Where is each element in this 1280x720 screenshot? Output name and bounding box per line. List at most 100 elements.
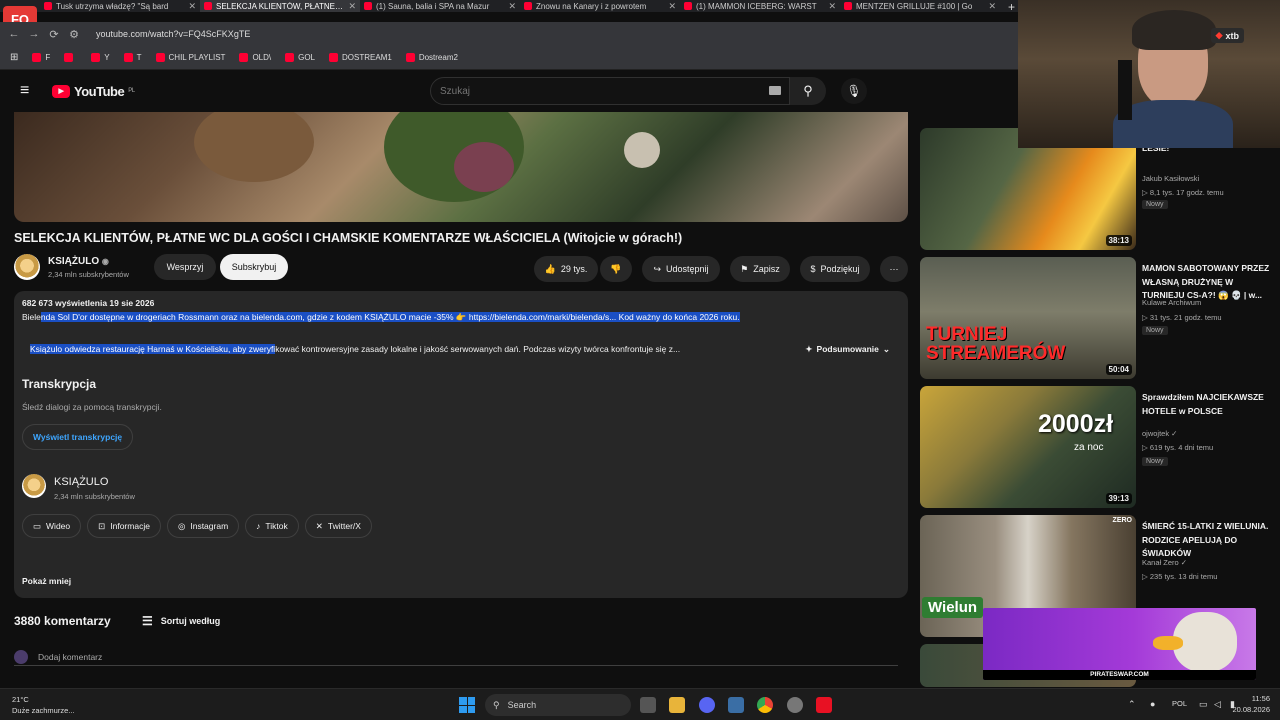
video-title[interactable]: MAMON SABOTOWANY PRZEZ WŁASNĄ DRUŻYNĘ W …: [1142, 262, 1270, 303]
video-title[interactable]: ŚMIERĆ 15-LATKI Z WIELUNIA. RODZICE APEL…: [1142, 520, 1270, 561]
channel-card-name[interactable]: KSIĄŻULO: [54, 476, 108, 488]
channel-name[interactable]: KSIĄŻULO ◉: [48, 256, 109, 267]
file-explorer-icon[interactable]: [669, 697, 685, 713]
forward-icon[interactable]: →: [24, 28, 44, 40]
bookmark-icon: ⚑: [740, 263, 749, 274]
channel-name[interactable]: Jakub Kasiłowski: [1142, 174, 1199, 183]
hamburger-menu-icon[interactable]: ≡: [20, 82, 36, 100]
bookmark-item[interactable]: CHIL PLAYLIST: [155, 53, 225, 62]
channel-name[interactable]: Kulawe Archiwum: [1142, 298, 1201, 307]
description-panel[interactable]: 682 673 wyświetlenia 19 sie 2026 Bielend…: [14, 291, 908, 598]
share-button[interactable]: ↪ Udostępnij: [642, 256, 720, 282]
save-button[interactable]: ⚑ Zapisz: [730, 256, 790, 282]
play-icon: ▶: [52, 84, 70, 98]
summary-text: kować kontrowersyjne zasady lokalne i ja…: [275, 344, 681, 354]
close-tab-icon[interactable]: ✕: [348, 1, 356, 12]
new-tab-button[interactable]: +: [1008, 0, 1015, 14]
close-tab-icon[interactable]: ✕: [988, 1, 996, 12]
add-comment-field[interactable]: Dodaj komentarz: [14, 648, 898, 666]
bookmark-item[interactable]: Dostream2: [405, 53, 458, 62]
ad-beak: [1153, 636, 1183, 650]
bookmark-item[interactable]: F: [32, 53, 50, 62]
browser-tab[interactable]: Znowu na Kanary i z powrotem ✕: [520, 0, 680, 12]
search-button[interactable]: ⚲: [790, 77, 826, 105]
apps-grid-icon[interactable]: ⊞: [10, 52, 18, 63]
sort-comments-button[interactable]: ☰ Sortuj według: [142, 614, 220, 628]
video-title[interactable]: Sprawdziłem NAJCIEKAWSZE HOTELE w POLSCE: [1142, 391, 1270, 418]
like-button[interactable]: 👍 29 tys.: [534, 256, 598, 282]
video-player[interactable]: [14, 112, 908, 222]
browser-tab[interactable]: (1) MAMMON ICEBERG: WARST ✕: [680, 0, 840, 12]
recommended-video[interactable]: 2000zł za noc 39:13 Sprawdziłem NAJCIEKA…: [918, 386, 1280, 510]
tray-app-icon[interactable]: ●: [1150, 699, 1155, 709]
close-tab-icon[interactable]: ✕: [828, 1, 836, 12]
reload-icon[interactable]: ⟳: [44, 28, 64, 41]
back-icon[interactable]: ←: [4, 28, 24, 40]
thanks-button[interactable]: $ Podziękuj: [800, 256, 870, 282]
bookmark-item[interactable]: T: [123, 53, 142, 62]
language-indicator[interactable]: POL: [1172, 699, 1187, 708]
browser-tab[interactable]: (1) Sauna, balia i SPA na Mazur ✕: [360, 0, 520, 12]
close-tab-icon[interactable]: ✕: [188, 1, 196, 12]
bookmark-item[interactable]: DOSTREAM1: [329, 53, 392, 62]
subscribe-button[interactable]: Subskrybuj: [220, 254, 288, 280]
video-thumbnail[interactable]: TURNIEJ STREAMERÓW 50:04: [920, 257, 1136, 379]
thumbnail-brand: ZERO: [1112, 517, 1132, 524]
browser-tab[interactable]: MENTZEN GRILLUJE #100 | Go ✕: [840, 0, 1000, 12]
youtube-wordmark: YouTube: [74, 83, 125, 99]
youtube-logo[interactable]: ▶ YouTube PL: [52, 84, 135, 99]
search-input[interactable]: [440, 85, 760, 97]
channel-name[interactable]: ojwojtek ✓: [1142, 429, 1177, 438]
user-avatar: [14, 649, 28, 664]
channel-card-subs: 2,34 mln subskrybentów: [54, 492, 135, 501]
bookmark-icon: [285, 53, 295, 62]
clock[interactable]: 11:56 20.08.2026: [1232, 693, 1270, 715]
channel-link-instagram[interactable]: ◎ Instagram: [166, 514, 240, 538]
taskbar-search[interactable]: ⚲ Search: [485, 694, 631, 716]
browser-tab[interactable]: SELEKCJA KLIENTÓW, PŁATNE W ✕: [200, 0, 360, 12]
start-button[interactable]: [459, 697, 475, 713]
recommended-video[interactable]: TURNIEJ STREAMERÓW 50:04 MAMON SABOTOWAN…: [918, 257, 1280, 381]
network-icon[interactable]: ▭: [1199, 699, 1208, 710]
weather-widget[interactable]: 21°C Duże zachmurze...: [12, 694, 75, 716]
channel-link-tiktok[interactable]: ♪ Tiktok: [245, 514, 299, 538]
microphone-icon: 🎙: [846, 84, 862, 98]
settings-icon[interactable]: [787, 697, 803, 713]
url-text[interactable]: youtube.com/watch?v=FQ4ScFKXgTE: [96, 29, 250, 39]
tray-overflow-icon[interactable]: ⌃: [1128, 699, 1136, 710]
chrome-icon[interactable]: [757, 697, 773, 713]
bookmark-item[interactable]: [64, 53, 77, 62]
browser-tab[interactable]: Tusk utrzyma władzę? "Są bard ✕: [40, 0, 200, 12]
discord-icon[interactable]: [699, 697, 715, 713]
channel-link-wideo[interactable]: ▭ Wideo: [22, 514, 82, 538]
more-actions-button[interactable]: ⋯: [880, 256, 908, 282]
bookmark-icon: [91, 53, 101, 62]
site-info-icon[interactable]: ⚙: [64, 28, 84, 41]
voice-search-button[interactable]: 🎙: [841, 78, 867, 104]
channel-avatar[interactable]: [14, 254, 40, 280]
stream-ad-overlay: PIRATESWAP.COM: [983, 608, 1256, 680]
close-tab-icon[interactable]: ✕: [508, 1, 516, 12]
channel-name[interactable]: Kanał Zero ✓: [1142, 558, 1187, 567]
show-transcript-button[interactable]: Wyświetl transkrypcję: [22, 424, 134, 450]
link-icon: ♪: [256, 521, 261, 531]
bookmark-item[interactable]: OLD\: [239, 53, 271, 62]
bookmark-item[interactable]: Y: [91, 53, 110, 62]
channel-link-informacje[interactable]: ⊡ Informacje: [87, 514, 161, 538]
thanks-icon: $: [810, 264, 816, 274]
show-less-button[interactable]: Pokaż mniej: [22, 576, 71, 586]
video-thumbnail[interactable]: 2000zł za noc 39:13: [920, 386, 1136, 508]
app-icon[interactable]: [728, 697, 744, 713]
dislike-button[interactable]: 👎: [600, 256, 632, 282]
bookmark-item[interactable]: GOL: [285, 53, 315, 62]
media-app-icon[interactable]: [816, 697, 832, 713]
keyboard-icon[interactable]: [769, 86, 781, 95]
channel-card-avatar[interactable]: [22, 474, 46, 498]
task-view-icon[interactable]: [640, 697, 656, 713]
summary-button[interactable]: ✦ Podsumowanie ⌄: [805, 344, 890, 355]
close-tab-icon[interactable]: ✕: [668, 1, 676, 12]
search-box[interactable]: [430, 77, 790, 105]
support-button[interactable]: Wesprzyj: [154, 254, 216, 280]
channel-link-twitter-x[interactable]: ✕ Twitter/X: [304, 514, 372, 538]
volume-icon[interactable]: ◁: [1214, 699, 1221, 710]
